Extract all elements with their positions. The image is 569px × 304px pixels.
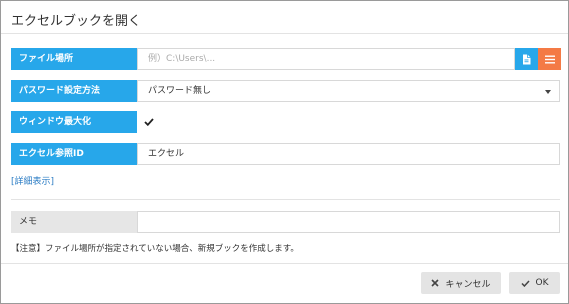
cancel-label: キャンセル bbox=[445, 279, 491, 290]
excel-ref-id-input[interactable]: エクセル bbox=[137, 143, 560, 165]
checkmark-icon bbox=[143, 117, 154, 126]
memo-input[interactable] bbox=[137, 211, 560, 233]
dialog: エクセルブックを開く ファイル場所 例）C:\Users\... パスワード設定… bbox=[0, 0, 569, 304]
list-button[interactable] bbox=[538, 48, 561, 70]
details-link[interactable]: [詳細表示] bbox=[11, 174, 54, 187]
memo-label: メモ bbox=[11, 211, 137, 233]
ok-button[interactable]: OK bbox=[509, 272, 560, 294]
note-text: 【注意】ファイル場所が指定されていない場合、新規ブックを作成します。 bbox=[11, 244, 299, 254]
password-select[interactable]: パスワード無し bbox=[137, 80, 560, 102]
ok-label: OK bbox=[535, 278, 549, 288]
cancel-button[interactable]: キャンセル bbox=[421, 272, 501, 294]
excel-ref-id-label: エクセル参照ID bbox=[11, 143, 137, 165]
file-location-row: ファイル場所 例）C:\Users\... bbox=[11, 48, 561, 70]
file-location-label: ファイル場所 bbox=[11, 48, 137, 70]
file-icon bbox=[523, 54, 531, 64]
memo-row: メモ bbox=[11, 211, 560, 233]
maximize-row: ウィンドウ最大化 bbox=[11, 111, 560, 133]
password-row: パスワード設定方法 パスワード無し bbox=[11, 80, 560, 102]
divider bbox=[11, 199, 560, 200]
list-icon bbox=[544, 55, 555, 63]
checkmark-icon bbox=[520, 279, 530, 287]
footer-divider bbox=[1, 263, 568, 264]
chevron-down-icon bbox=[545, 90, 551, 94]
password-selected-value: パスワード無し bbox=[148, 86, 212, 96]
file-location-input[interactable]: 例）C:\Users\... bbox=[137, 48, 515, 70]
dialog-header: エクセルブックを開く bbox=[1, 1, 568, 34]
file-browse-button[interactable] bbox=[515, 48, 538, 70]
maximize-label: ウィンドウ最大化 bbox=[11, 111, 137, 133]
dialog-title: エクセルブックを開く bbox=[11, 14, 142, 29]
excel-ref-id-row: エクセル参照ID エクセル bbox=[11, 143, 560, 165]
password-label: パスワード設定方法 bbox=[11, 80, 137, 102]
maximize-checkbox[interactable] bbox=[142, 115, 155, 128]
close-icon bbox=[431, 279, 440, 287]
